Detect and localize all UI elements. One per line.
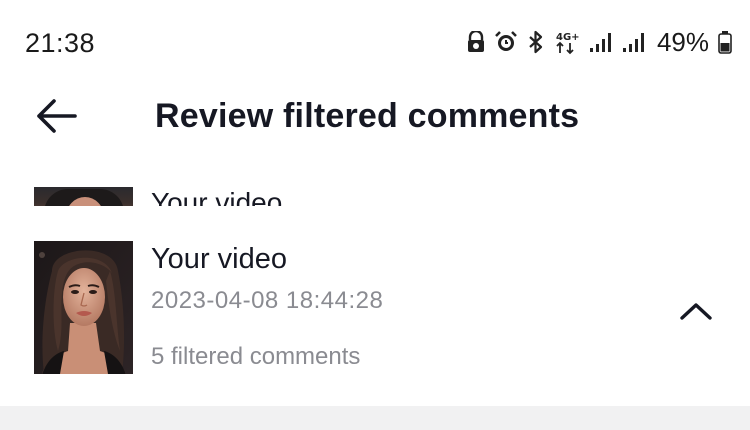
bluetooth-icon [527,30,545,54]
battery-icon [718,30,732,54]
signal-icon [589,31,613,53]
header: Review filtered comments [0,80,750,152]
page-title: Review filtered comments [155,97,580,135]
status-bar: 21:38 4G+ 49% [0,0,750,78]
filtered-comments-list: Your video Your video 2023-04-08 18:44:2… [0,186,750,396]
video-title: Your video [151,187,283,206]
video-thumbnail [34,187,133,206]
video-thumbnail [34,241,133,374]
chevron-up-icon [680,303,712,320]
back-button[interactable] [30,94,82,138]
list-item[interactable]: Your video 2023-04-08 18:44:28 5 filtere… [0,240,750,380]
section-divider [0,406,750,430]
video-title: Your video [151,243,287,275]
app-lock-icon [467,31,485,53]
list-item[interactable]: Your video [0,186,750,206]
status-icons: 4G+ 49% [467,27,732,57]
battery-percent: 49% [656,26,709,57]
alarm-icon [494,30,518,54]
4g-plus-icon: 4G+ [554,29,580,55]
signal-icon [622,31,646,53]
svg-text:4G+: 4G+ [556,32,580,43]
video-timestamp: 2023-04-08 18:44:28 [151,287,384,314]
filtered-count: 5 filtered comments [151,343,361,370]
collapse-toggle[interactable] [675,295,717,327]
back-arrow-icon [37,99,77,133]
status-time: 21:38 [25,28,96,58]
